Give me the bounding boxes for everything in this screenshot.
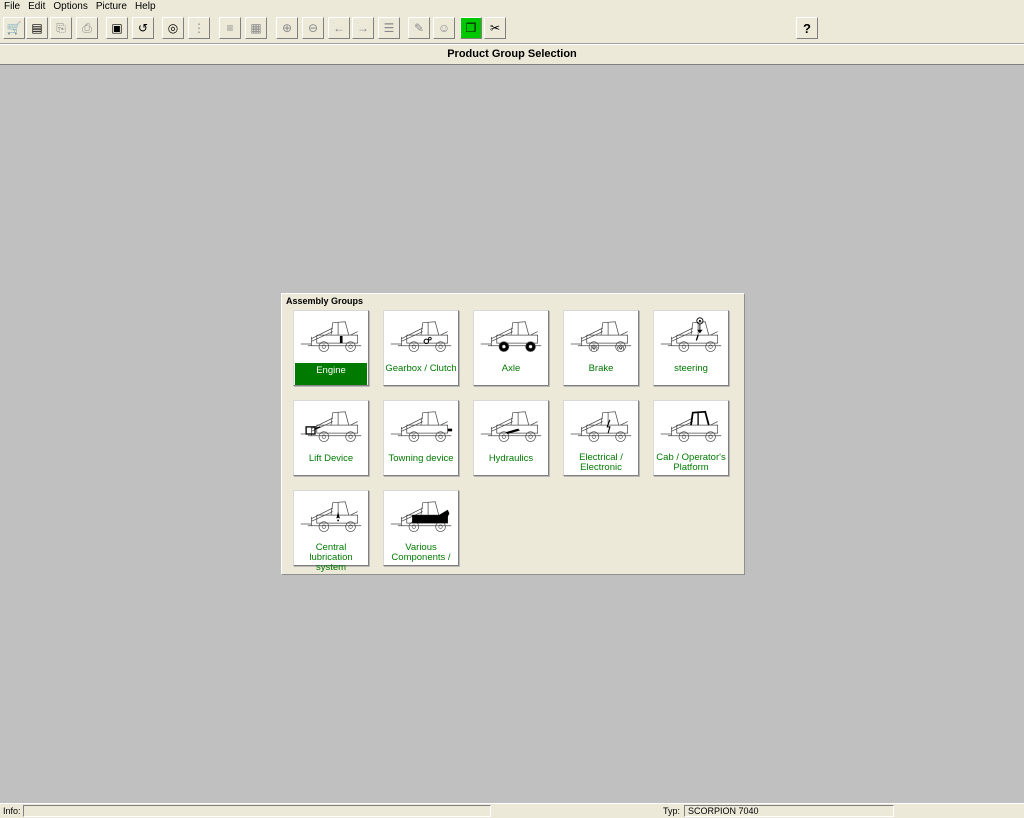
assembly-group-label: Brake <box>588 363 614 374</box>
assembly-group-electrical[interactable]: Electrical / Electronic <box>563 400 639 476</box>
svg-text:(o): (o) <box>590 345 597 351</box>
info-label: Info: <box>3 806 21 816</box>
assembly-group-label: Towning device <box>388 453 454 464</box>
undo-icon: ↺ <box>137 21 149 35</box>
export-button[interactable]: ▣ <box>106 17 128 39</box>
menu-help[interactable]: Help <box>131 0 160 13</box>
image-button[interactable]: ▦ <box>245 17 267 39</box>
print-icon: ⎙ <box>82 20 92 35</box>
menu-bar: File Edit Options Picture Help <box>0 0 1024 13</box>
zoom-out-button[interactable]: ⊖ <box>302 17 324 39</box>
toolbar: 🛒 ▤ ⎘ ⎙ ▣ ↺ ◎ ⋮ ≡ ▦ ⊕ ⊖ ← → ☰ ✎ ☺ ❐ ✂? <box>0 13 1024 44</box>
menu-file[interactable]: File <box>0 0 24 13</box>
assembly-group-cab[interactable]: Cab / Operator's Platform <box>653 400 729 476</box>
assembly-group-lubrication[interactable]: Central lubrication system <box>293 490 369 573</box>
assembly-groups-panel: Assembly Groups Engine Gearbox / Clutch … <box>281 293 745 575</box>
page-title: Product Group Selection <box>0 44 1024 65</box>
document-icon: ≡ <box>226 21 234 35</box>
assembly-group-hydraulics[interactable]: Hydraulics <box>473 400 549 476</box>
export-icon: ▣ <box>111 21 123 35</box>
help-icon: ? <box>803 20 811 36</box>
arrow-right-icon: → <box>357 21 369 35</box>
smiley-icon: ☺ <box>437 21 451 35</box>
info-field <box>23 805 491 817</box>
undo-button[interactable]: ↺ <box>132 17 154 39</box>
page-list-button[interactable]: ☰ <box>378 17 400 39</box>
status-bar: Info: Typ: SCORPION 7040 <box>0 803 1024 818</box>
list-icon: ▤ <box>31 21 43 35</box>
zoom-in-button[interactable]: ⊕ <box>276 17 298 39</box>
binoculars-icon: ◎ <box>167 21 179 35</box>
tools-button[interactable]: ✂ <box>484 17 506 39</box>
assembly-group-various[interactable]: Various Components / <box>383 490 459 566</box>
assembly-group-brake[interactable]: (o) (o) Brake <box>563 310 639 386</box>
typ-field: SCORPION 7040 <box>684 805 894 817</box>
assembly-group-gearbox[interactable]: Gearbox / Clutch <box>383 310 459 386</box>
arrow-left-icon: ← <box>333 21 345 35</box>
assembly-group-towing[interactable]: Towning device <box>383 400 459 476</box>
typ-label: Typ: <box>663 806 681 816</box>
page-list-icon: ☰ <box>383 21 395 35</box>
wrench-button[interactable]: ✎ <box>408 17 430 39</box>
arrow-left-button[interactable]: ← <box>328 17 350 39</box>
document-button[interactable]: ≡ <box>219 17 241 39</box>
help-button[interactable]: ? <box>796 17 818 39</box>
assembly-group-label: Hydraulics <box>488 453 534 464</box>
cart-icon: 🛒 <box>6 21 22 35</box>
panel-title: Assembly Groups <box>286 296 364 306</box>
assembly-group-engine[interactable]: Engine <box>293 310 369 386</box>
image-icon: ▦ <box>250 21 262 35</box>
menu-picture[interactable]: Picture <box>92 0 131 13</box>
assembly-group-label: Electrical / Electronic <box>579 452 623 473</box>
zoom-in-icon: ⊕ <box>281 21 293 35</box>
assembly-group-label: Engine <box>295 363 367 385</box>
import-icon: ⎘ <box>56 20 66 35</box>
assembly-group-label: Cab / Operator's Platform <box>656 452 726 473</box>
assembly-group-label: Axle <box>501 363 521 374</box>
arrow-right-button[interactable]: → <box>352 17 374 39</box>
assembly-group-label: Gearbox / Clutch <box>385 363 457 374</box>
copy-pages-icon: ❐ <box>465 21 477 35</box>
assembly-group-axle[interactable]: Axle <box>473 310 549 386</box>
wrench-icon: ✎ <box>413 21 425 35</box>
cart-button[interactable]: 🛒 <box>3 17 25 39</box>
tree-icon: ⋮ <box>193 21 205 35</box>
copy-pages-button[interactable]: ❐ <box>460 17 482 39</box>
assembly-group-label: Central lubrication system <box>309 542 353 573</box>
assembly-group-label: Lift Device <box>308 453 354 464</box>
binoculars-button[interactable]: ◎ <box>162 17 184 39</box>
menu-options[interactable]: Options <box>49 0 91 13</box>
tree-button[interactable]: ⋮ <box>188 17 210 39</box>
assembly-group-steering[interactable]: steering <box>653 310 729 386</box>
smiley-button[interactable]: ☺ <box>433 17 455 39</box>
print-button[interactable]: ⎙ <box>76 17 98 39</box>
assembly-group-label: Various Components / <box>391 542 451 563</box>
assembly-group-lift[interactable]: Lift Device <box>293 400 369 476</box>
svg-text:(o): (o) <box>617 345 624 351</box>
menu-edit[interactable]: Edit <box>24 0 49 13</box>
assembly-group-label: steering <box>674 363 708 374</box>
import-button[interactable]: ⎘ <box>50 17 72 39</box>
list-button[interactable]: ▤ <box>26 17 48 39</box>
tools-icon: ✂ <box>489 21 501 35</box>
zoom-out-icon: ⊖ <box>307 21 319 35</box>
